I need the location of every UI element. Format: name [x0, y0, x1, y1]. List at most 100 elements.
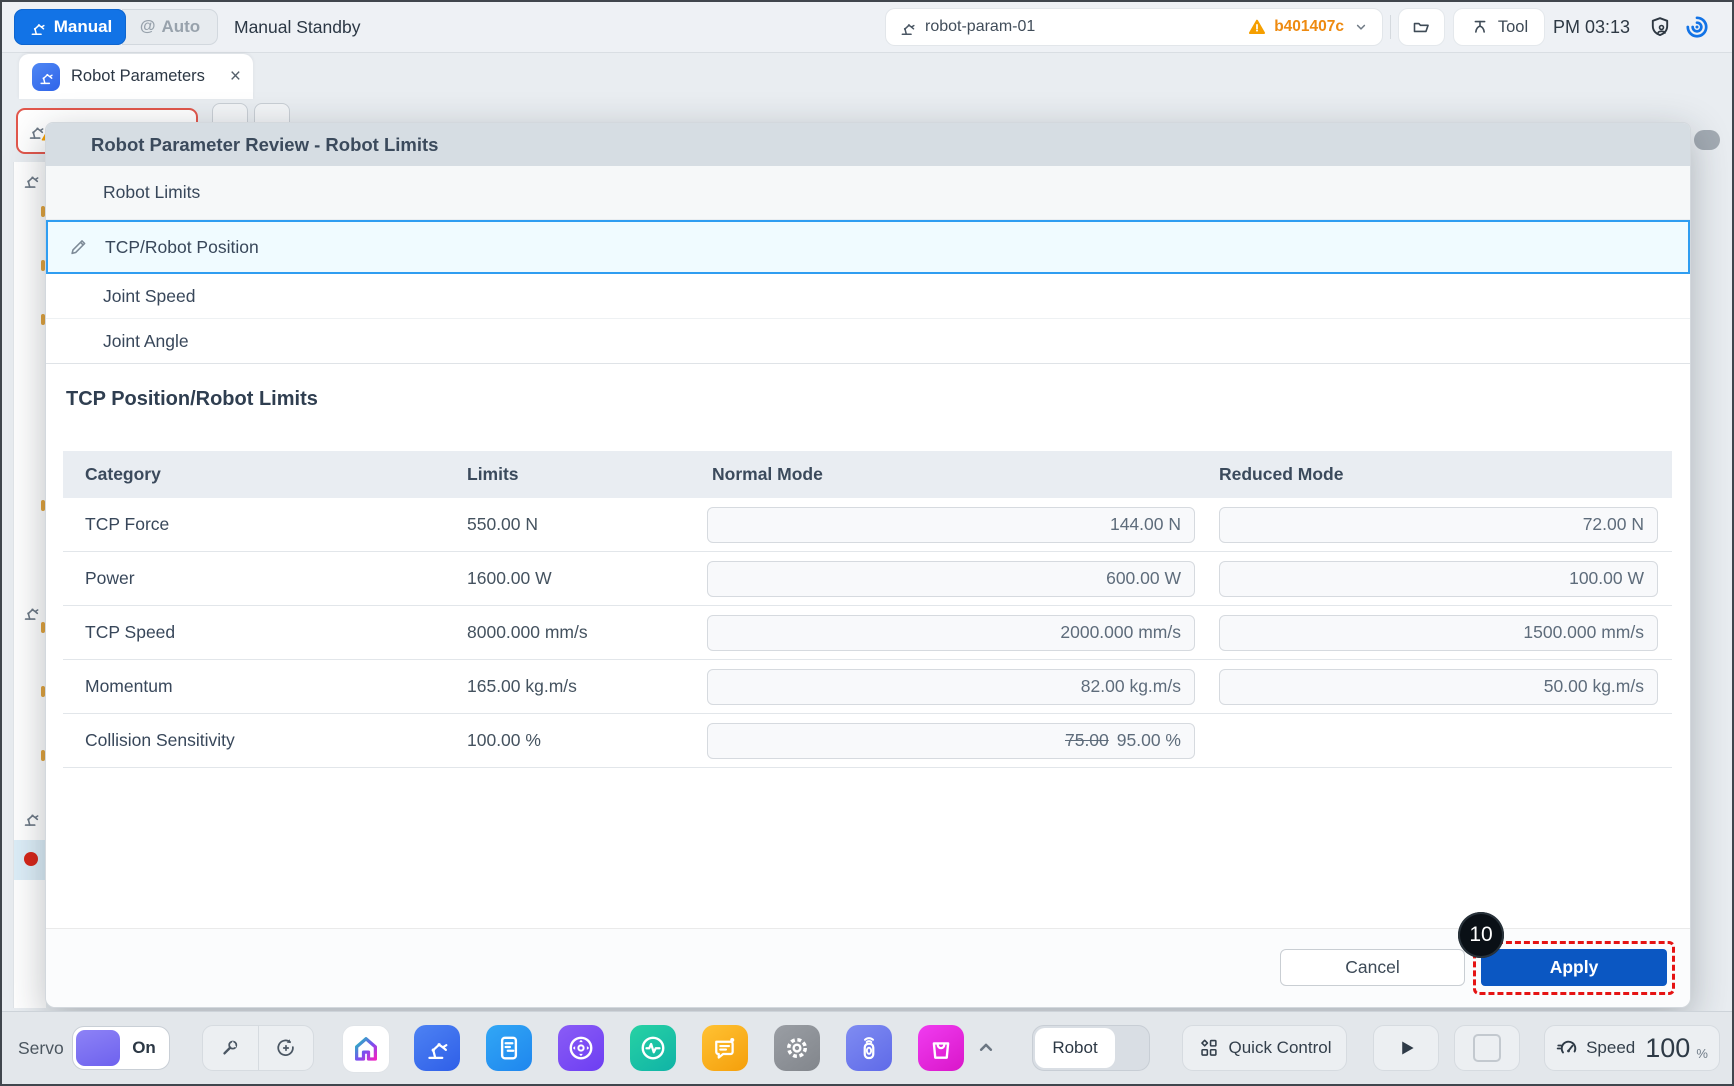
auto-init-button[interactable] — [259, 1026, 314, 1070]
limits-table-head: CategoryLimitsNormal ModeReduced Mode — [63, 451, 1672, 498]
quick-control-button[interactable]: Quick Control — [1182, 1025, 1347, 1071]
app-settings-icon[interactable] — [774, 1025, 820, 1071]
category-cell: Momentum — [63, 676, 467, 697]
limit-cell: 165.00 kg.m/s — [467, 676, 707, 697]
app-jog-icon[interactable] — [558, 1025, 604, 1071]
reduced-mode-cell: 72.00 N — [1217, 507, 1672, 543]
robot-view-toggle[interactable]: Robot — [1032, 1025, 1150, 1071]
speed-unit: % — [1696, 1046, 1708, 1061]
bottom-bar: Servo On — [2, 1011, 1732, 1084]
category-cell: TCP Force — [63, 514, 467, 535]
app-robot-icon[interactable] — [414, 1025, 460, 1071]
mode-manual-button[interactable]: Manual — [14, 9, 126, 45]
menu-item-joint-angle[interactable]: Joint Angle — [46, 319, 1690, 364]
category-cell: Collision Sensitivity — [63, 730, 467, 751]
record-dot — [24, 852, 38, 866]
app-log-icon[interactable] — [702, 1025, 748, 1071]
stop-icon — [1473, 1034, 1501, 1062]
column-header: Limits — [467, 464, 707, 485]
normal-mode-cell: 144.00 N — [707, 507, 1217, 543]
speed-label: Speed — [1586, 1038, 1635, 1058]
divider — [1390, 15, 1391, 39]
collaboration-swirl-icon[interactable] — [1684, 14, 1710, 40]
limits-table-body: TCP Force550.00 N144.00 N72.00 NPower160… — [63, 498, 1672, 768]
speed-control[interactable]: Speed 100 % — [1544, 1025, 1720, 1071]
tool-button[interactable]: Tool — [1453, 8, 1545, 46]
play-button[interactable] — [1373, 1025, 1439, 1071]
mode-auto-label: Auto — [161, 17, 200, 37]
menu-item-robot-limits[interactable]: Robot Limits — [46, 166, 1690, 220]
robot-parameter-review-dialog: Robot Parameter Review - Robot Limits Ro… — [45, 122, 1691, 1008]
reduced-mode-input[interactable]: 50.00 kg.m/s — [1219, 669, 1658, 705]
program-name: robot-param-01 — [925, 18, 1035, 36]
clock: PM 03:13 — [1553, 2, 1630, 52]
limit-cell: 1600.00 W — [467, 568, 707, 589]
limits-menu: Robot Limits TCP/Robot Position Joint Sp… — [46, 166, 1690, 364]
menu-item-tcp-robot-position[interactable]: TCP/Robot Position — [46, 220, 1690, 274]
tab-robot-parameters[interactable]: Robot Parameters × — [19, 54, 253, 99]
menu-item-joint-speed[interactable]: Joint Speed — [46, 274, 1690, 319]
reduced-mode-cell: 50.00 kg.m/s — [1217, 669, 1672, 705]
tab-label: Robot Parameters — [71, 67, 219, 86]
reduced-mode-cell: 1500.000 mm/s — [1217, 615, 1672, 651]
alarm-code[interactable]: b401407c — [1274, 18, 1344, 36]
tool-icon — [1470, 17, 1490, 37]
column-header: Normal Mode — [707, 464, 1217, 485]
tool-label: Tool — [1498, 18, 1528, 37]
rotate-plus-icon — [275, 1037, 297, 1059]
servo-toggle-knob — [76, 1030, 120, 1066]
file-open-button[interactable] — [1398, 8, 1445, 46]
background-panel — [13, 162, 46, 1008]
normal-mode-cell: 75.0095.00 % — [707, 723, 1217, 759]
speedometer-icon — [1556, 1036, 1580, 1060]
normal-mode-input[interactable]: 82.00 kg.m/s — [707, 669, 1195, 705]
reduced-mode-input[interactable]: 100.00 W — [1219, 561, 1658, 597]
app-store-icon[interactable] — [918, 1025, 964, 1071]
safety-shield-icon[interactable] — [1648, 15, 1672, 39]
play-icon — [1393, 1035, 1419, 1061]
reduced-mode-cell: 100.00 W — [1217, 561, 1672, 597]
normal-mode-input[interactable]: 600.00 W — [707, 561, 1195, 597]
normal-mode-cell: 600.00 W — [707, 561, 1217, 597]
reduced-mode-input[interactable]: 1500.000 mm/s — [1219, 615, 1658, 651]
category-cell: Power — [63, 568, 467, 589]
tab-close-icon[interactable]: × — [230, 66, 241, 88]
normal-mode-input[interactable]: 144.00 N — [707, 507, 1195, 543]
dock-collapse-chevron-icon[interactable] — [973, 1034, 999, 1060]
folder-icon — [1411, 17, 1432, 38]
app-remote-icon[interactable] — [846, 1025, 892, 1071]
robot-setup-group — [202, 1025, 314, 1071]
dialog-title: Robot Parameter Review - Robot Limits — [46, 123, 1690, 166]
background-toggle — [1694, 130, 1720, 150]
apply-button[interactable]: Apply — [1481, 949, 1667, 986]
dialog-footer: Cancel Apply — [46, 928, 1690, 1007]
app-monitor-icon[interactable] — [630, 1025, 676, 1071]
normal-mode-cell: 2000.000 mm/s — [707, 615, 1217, 651]
servo-toggle[interactable]: On — [72, 1026, 170, 1070]
workcell-setup-button[interactable] — [203, 1026, 259, 1070]
normal-mode-input[interactable]: 75.0095.00 % — [707, 723, 1195, 759]
stop-button[interactable] — [1454, 1025, 1520, 1071]
normal-mode-input[interactable]: 2000.000 mm/s — [707, 615, 1195, 651]
program-selector[interactable]: robot-param-01 b401407c — [885, 8, 1383, 46]
chevron-down-icon[interactable] — [1352, 18, 1370, 36]
limit-cell: 100.00 % — [467, 730, 707, 751]
servo-label: Servo — [18, 1012, 64, 1084]
robot-parameters-icon — [32, 63, 60, 91]
app-program-icon[interactable] — [486, 1025, 532, 1071]
previous-value: 75.00 — [1065, 730, 1109, 751]
table-row: TCP Speed8000.000 mm/s2000.000 mm/s1500.… — [63, 606, 1672, 660]
table-row: Collision Sensitivity100.00 %75.0095.00 … — [63, 714, 1672, 768]
reduced-mode-input[interactable]: 72.00 N — [1219, 507, 1658, 543]
cancel-button[interactable]: Cancel — [1280, 949, 1465, 986]
table-row: Momentum165.00 kg.m/s82.00 kg.m/s 50.00 k… — [63, 660, 1672, 714]
mode-auto-button[interactable]: @ Auto — [122, 9, 218, 45]
section-title: TCP Position/Robot Limits — [66, 388, 318, 411]
top-bar: Manual @ Auto Manual Standby robot-param… — [2, 2, 1732, 53]
column-header: Category — [63, 464, 467, 485]
normal-mode-cell: 82.00 kg.m/s — [707, 669, 1217, 705]
speed-value: 100 — [1645, 1033, 1690, 1064]
app-home-icon[interactable] — [342, 1025, 390, 1073]
edit-pencil-icon — [68, 237, 89, 258]
category-cell: TCP Speed — [63, 622, 467, 643]
